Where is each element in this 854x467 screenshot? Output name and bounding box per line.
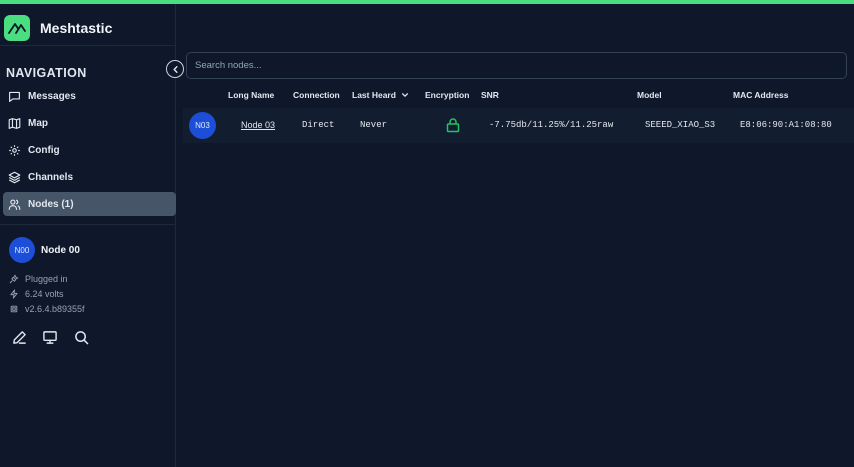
map-icon [8,117,21,129]
column-header-long-name[interactable]: Long Name [228,90,274,100]
divider [0,224,176,225]
column-header-connection[interactable]: Connection [293,90,340,100]
column-header-model[interactable]: Model [637,90,662,100]
meshtastic-logo-icon [4,15,30,41]
sidebar-item-label: Channels [28,171,74,183]
avatar[interactable]: N00 [9,237,35,263]
chevron-left-icon [172,65,178,73]
column-header-last-heard[interactable]: Last Heard [352,90,409,100]
column-header-encryption[interactable]: Encryption [425,90,469,100]
sidebar: Meshtastic NAVIGATION Messages Map Confi… [0,4,176,467]
sidebar-item-channels[interactable]: Channels [3,165,176,189]
snr-cell: -7.75db/11.25%/11.25raw [489,120,614,130]
node-long-name-link[interactable]: Node 03 [241,120,275,130]
connection-cell: Direct [302,120,335,130]
monitor-icon[interactable] [41,328,59,346]
layers-icon [8,171,21,183]
nav-list: Messages Map Config Channels Nodes (1) [3,84,176,219]
power-status: Plugged in [9,271,85,286]
lock-icon [446,118,460,133]
sidebar-item-label: Config [28,144,60,156]
column-header-snr[interactable]: SNR [481,90,499,100]
device-status: Plugged in 6.24 volts v2.6.4.b89355f [9,271,85,316]
mac-address-cell: E8:06:90:A1:08:80 [740,120,832,130]
current-node-name: Node 00 [41,245,80,256]
sidebar-item-label: Messages [28,90,76,102]
message-icon [9,91,20,102]
pen-icon[interactable] [10,328,28,346]
brand[interactable]: Meshtastic [4,15,112,41]
last-heard-cell: Never [360,120,388,130]
avatar[interactable]: N03 [189,112,216,139]
model-cell: SEEED_XIAO_S3 [645,120,716,130]
sidebar-item-messages[interactable]: Messages [3,84,176,108]
sidebar-item-config[interactable]: Config [3,138,176,162]
sidebar-item-map[interactable]: Map [3,111,176,135]
users-icon [8,198,21,210]
nav-heading: NAVIGATION [6,66,87,80]
firmware-status: v2.6.4.b89355f [9,301,85,316]
sidebar-tools [10,328,103,346]
app-title: Meshtastic [40,20,113,36]
search-icon[interactable] [72,328,90,346]
divider [0,45,176,46]
collapse-sidebar-button[interactable] [166,60,184,78]
search-input[interactable] [186,52,847,79]
sidebar-item-nodes[interactable]: Nodes (1) [3,192,176,216]
lightning-icon [10,288,18,299]
chip-icon [10,305,18,312]
column-header-mac-address[interactable]: MAC Address [733,90,788,100]
sidebar-item-label: Map [28,117,48,129]
gear-icon [9,144,20,156]
chevron-down-icon [401,93,408,97]
sidebar-item-label: Nodes (1) [28,198,74,210]
voltage-status: 6.24 volts [9,286,85,301]
plug-icon [9,274,19,283]
